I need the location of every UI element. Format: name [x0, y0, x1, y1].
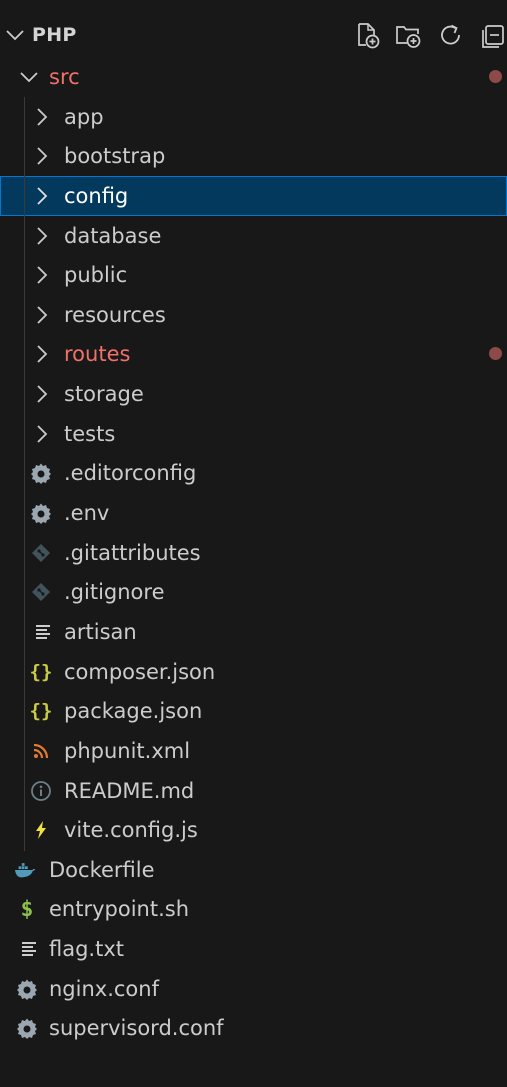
text-lines-icon [31, 620, 55, 644]
file-label: .gitignore [64, 580, 165, 605]
file-label: Dockerfile [49, 857, 155, 882]
folder-app[interactable]: app [0, 97, 507, 137]
file-label: composer.json [64, 659, 216, 684]
file-package-json[interactable]: {} package.json [0, 691, 507, 731]
text-lines-icon [17, 937, 41, 961]
folder-label: storage [64, 382, 144, 407]
chevron-down-icon[interactable] [4, 24, 26, 46]
new-file-icon[interactable] [350, 20, 384, 50]
chevron-right-icon [30, 224, 54, 248]
folder-storage[interactable]: storage [0, 374, 507, 414]
chevron-right-icon [30, 263, 54, 287]
file-label: .editorconfig [64, 461, 197, 486]
refresh-icon[interactable] [434, 20, 468, 50]
collapse-all-icon[interactable] [476, 20, 507, 50]
file-gitignore[interactable]: .gitignore [0, 572, 507, 612]
file-composer-json[interactable]: {} composer.json [0, 652, 507, 692]
file-readme-md[interactable]: README.md [0, 771, 507, 811]
modified-dot [489, 347, 502, 361]
folder-src[interactable]: src [0, 57, 507, 97]
file-nginx-conf[interactable]: nginx.conf [0, 969, 507, 1009]
new-folder-icon[interactable] [391, 20, 425, 50]
chevron-right-icon [30, 382, 54, 406]
json-braces-icon: {} [29, 660, 53, 683]
chevron-right-icon [30, 342, 54, 366]
file-label: vite.config.js [64, 818, 198, 843]
chevron-right-icon [30, 144, 54, 168]
file-dockerfile[interactable]: Dockerfile [0, 850, 507, 890]
file-label: supervisord.conf [49, 1016, 224, 1041]
folder-public[interactable]: public [0, 255, 507, 295]
indent-guide [24, 97, 25, 851]
git-icon [29, 541, 53, 565]
git-icon [29, 580, 53, 604]
info-icon [29, 779, 53, 803]
folder-bootstrap[interactable]: bootstrap [0, 136, 507, 176]
folder-label: config [64, 183, 129, 208]
gear-icon [15, 977, 39, 1001]
file-env[interactable]: .env [0, 493, 507, 533]
file-phpunit-xml[interactable]: phpunit.xml [0, 731, 507, 771]
folder-label: routes [64, 342, 131, 367]
file-label: artisan [64, 619, 137, 644]
file-editorconfig[interactable]: .editorconfig [0, 453, 507, 493]
folder-tests[interactable]: tests [0, 414, 507, 454]
chevron-right-icon [30, 422, 54, 446]
file-label: nginx.conf [49, 976, 159, 1001]
file-label: package.json [64, 699, 203, 724]
folder-database[interactable]: database [0, 216, 507, 256]
chevron-right-icon [30, 184, 54, 208]
file-gitattributes[interactable]: .gitattributes [0, 533, 507, 573]
chevron-right-icon [30, 303, 54, 327]
folder-resources[interactable]: resources [0, 295, 507, 335]
file-label: entrypoint.sh [49, 897, 190, 922]
docker-whale-icon [13, 858, 37, 882]
file-tree: src app bootstrap config database public [0, 57, 507, 1048]
folder-label: database [64, 223, 162, 248]
explorer-header[interactable]: PHP [0, 14, 507, 56]
file-label: README.md [64, 778, 195, 803]
file-label: .env [64, 501, 110, 526]
file-flag-txt[interactable]: flag.txt [0, 929, 507, 969]
file-entrypoint-sh[interactable]: $ entrypoint.sh [0, 889, 507, 929]
file-vite-config-js[interactable]: vite.config.js [0, 810, 507, 850]
folder-routes[interactable]: routes [0, 334, 507, 374]
folder-label: public [64, 263, 128, 288]
file-label: .gitattributes [64, 540, 201, 565]
chevron-down-icon [17, 65, 41, 89]
gear-icon [29, 501, 53, 525]
chevron-right-icon [30, 105, 54, 129]
gear-icon [15, 1016, 39, 1040]
file-label: phpunit.xml [64, 738, 191, 763]
folder-config[interactable]: config [0, 175, 507, 216]
gear-icon [29, 461, 53, 485]
folder-label: bootstrap [64, 144, 166, 169]
rss-icon [29, 739, 53, 763]
modified-dot [489, 70, 502, 83]
folder-label: resources [64, 302, 166, 327]
file-supervisord-conf[interactable]: supervisord.conf [0, 1008, 507, 1048]
explorer-title: PHP [32, 24, 77, 46]
json-braces-icon: {} [29, 700, 53, 723]
file-label: flag.txt [49, 937, 124, 962]
folder-label: tests [64, 421, 116, 446]
folder-label: src [49, 65, 80, 89]
folder-label: app [64, 104, 104, 129]
file-artisan[interactable]: artisan [0, 612, 507, 652]
lightning-icon [29, 818, 53, 842]
dollar-icon: $ [20, 897, 34, 922]
